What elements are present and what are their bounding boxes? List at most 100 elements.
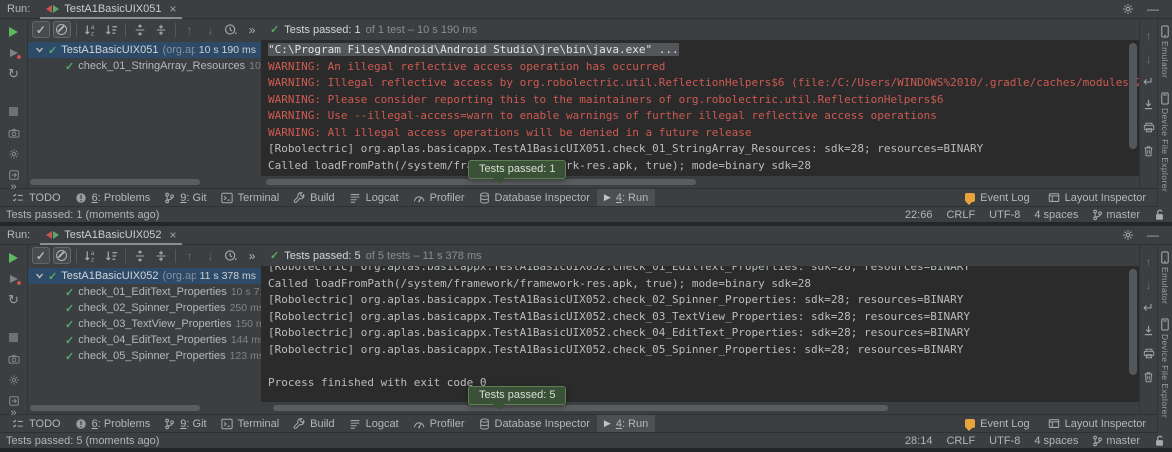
coverage-icon[interactable] <box>8 373 20 386</box>
collapse-all-icon[interactable] <box>152 247 170 264</box>
screenshot-icon[interactable] <box>8 126 20 139</box>
tool-window-button-problems[interactable]: 6: Problems <box>68 189 158 206</box>
status-widget[interactable]: 4 spaces <box>1034 209 1078 221</box>
test-tree-root-row[interactable]: ✓TestA1BasicUIX051(org.aplas.basica10 s … <box>28 42 261 58</box>
sort-by-duration-icon[interactable] <box>102 21 120 38</box>
show-ignored-icon[interactable] <box>53 247 71 264</box>
layout-inspector-button[interactable]: Layout Inspector <box>1048 192 1146 204</box>
tool-window-button-run[interactable]: ▶4: Run <box>597 189 655 206</box>
collapse-all-icon[interactable] <box>152 21 170 38</box>
status-widget[interactable]: CRLF <box>946 435 975 447</box>
arrow-down-icon[interactable]: ↓ <box>1146 52 1152 65</box>
import-test-results-icon[interactable] <box>8 168 20 181</box>
status-widget[interactable]: 4 spaces <box>1034 435 1078 447</box>
show-passed-icon[interactable]: ✓ <box>32 247 50 264</box>
import-test-results-icon[interactable] <box>8 394 20 407</box>
rerun-test-icon[interactable] <box>9 25 18 38</box>
test-tree-row[interactable]: ✓check_05_Spinner_Properties123 ms <box>28 348 261 364</box>
arrow-up-icon[interactable]: ↑ <box>1146 255 1152 268</box>
rerun-failed-icon[interactable] <box>10 46 18 59</box>
test-tree-root-row[interactable]: ✓TestA1BasicUIX052(org.aplas.basica11 s … <box>28 268 261 284</box>
rerun-test-icon[interactable] <box>9 251 18 264</box>
arrow-down-icon[interactable]: ↓ <box>1146 278 1152 291</box>
tool-window-button-terminal[interactable]: Terminal <box>214 189 287 206</box>
test-tree-row[interactable]: ✓check_04_EditText_Properties144 ms <box>28 332 261 348</box>
event-log-button[interactable]: Event Log <box>965 418 1030 430</box>
auto-test-icon[interactable]: ↻ <box>8 293 19 306</box>
tree-hscrollbar[interactable] <box>30 405 200 411</box>
settings-gear-icon[interactable] <box>1122 229 1134 241</box>
tool-window-stub-device-file-explorer[interactable]: Device File Explorer <box>1160 318 1170 418</box>
minimize-icon[interactable]: — <box>1147 229 1159 241</box>
expand-all-icon[interactable] <box>131 21 149 38</box>
unlock-icon[interactable] <box>1154 435 1165 447</box>
tool-window-button-database-inspector[interactable]: Database Inspector <box>472 415 597 432</box>
tool-window-button-git[interactable]: 9: Git <box>157 415 213 432</box>
clear-all-icon[interactable] <box>1143 144 1154 157</box>
status-widget[interactable]: UTF-8 <box>989 435 1020 447</box>
unlock-icon[interactable] <box>1154 209 1165 221</box>
tool-window-button-terminal[interactable]: Terminal <box>214 415 287 432</box>
chevron-down-icon[interactable] <box>34 46 44 54</box>
auto-test-icon[interactable]: ↻ <box>8 67 19 80</box>
chevron-down-icon[interactable] <box>34 272 44 280</box>
soft-wrap-icon[interactable]: ↵ <box>1143 75 1154 88</box>
clear-all-icon[interactable] <box>1143 370 1154 383</box>
next-failed-test-icon[interactable]: ↓ <box>201 247 219 264</box>
tool-window-button-git[interactable]: 9: Git <box>157 189 213 206</box>
soft-wrap-icon[interactable]: ↵ <box>1143 301 1154 314</box>
tool-window-button-build[interactable]: Build <box>286 415 341 432</box>
sort-alphabetically-icon[interactable]: az <box>82 21 100 38</box>
tool-window-button-todo[interactable]: TODO <box>5 189 68 206</box>
console-output[interactable]: "C:\Program Files\Android\Android Studio… <box>261 40 1139 176</box>
test-history-icon[interactable] <box>222 21 240 38</box>
sort-alphabetically-icon[interactable]: az <box>82 247 100 264</box>
tool-window-button-profiler[interactable]: Profiler <box>406 189 472 206</box>
tool-window-button-build[interactable]: Build <box>286 189 341 206</box>
tool-window-stub-device-file-explorer[interactable]: Device File Explorer <box>1160 92 1170 192</box>
previous-failed-test-icon[interactable]: ↑ <box>181 21 199 38</box>
status-widget[interactable]: UTF-8 <box>989 209 1020 221</box>
settings-gear-icon[interactable] <box>1122 3 1134 15</box>
print-icon[interactable] <box>1143 121 1155 134</box>
console-hscrollbar[interactable] <box>266 179 696 185</box>
test-tree-row[interactable]: ✓check_03_TextView_Properties150 ms <box>28 316 261 332</box>
tool-window-button-logcat[interactable]: Logcat <box>342 189 406 206</box>
coverage-icon[interactable] <box>8 147 20 160</box>
event-log-button[interactable]: Event Log <box>965 192 1030 204</box>
stop-icon[interactable] <box>9 105 18 118</box>
test-tree-row[interactable]: ✓check_01_EditText_Properties10 s 711 ms <box>28 284 261 300</box>
expand-all-icon[interactable] <box>131 247 149 264</box>
git-branch-widget[interactable]: master <box>1092 209 1140 221</box>
tool-window-button-logcat[interactable]: Logcat <box>342 415 406 432</box>
close-tab-icon[interactable]: × <box>169 3 176 15</box>
close-tab-icon[interactable]: × <box>169 229 176 241</box>
more-actions-icon[interactable]: » <box>243 21 261 38</box>
console-output[interactable]: [Robolectric] org.aplas.basicappx.TestA1… <box>261 266 1139 402</box>
tool-window-button-database-inspector[interactable]: Database Inspector <box>472 189 597 206</box>
tool-window-button-problems[interactable]: 6: Problems <box>68 415 158 432</box>
tree-hscrollbar[interactable] <box>30 179 200 185</box>
run-tab[interactable]: TestA1BasicUIX052 × <box>40 226 182 244</box>
rerun-failed-icon[interactable] <box>10 272 18 285</box>
line-column-widget[interactable]: 22:66 <box>905 209 933 221</box>
line-column-widget[interactable]: 28:14 <box>905 435 933 447</box>
tool-window-button-todo[interactable]: TODO <box>5 415 68 432</box>
test-tree-row[interactable]: ✓check_01_StringArray_Resources10 s 190 … <box>28 58 261 74</box>
print-icon[interactable] <box>1143 347 1155 360</box>
stop-icon[interactable] <box>9 331 18 344</box>
scroll-to-end-icon[interactable] <box>1143 98 1154 111</box>
status-widget[interactable]: CRLF <box>946 209 975 221</box>
tool-window-button-run[interactable]: ▶4: Run <box>597 415 655 432</box>
screenshot-icon[interactable] <box>8 352 20 365</box>
run-tab[interactable]: TestA1BasicUIX051 × <box>40 0 182 18</box>
scroll-to-end-icon[interactable] <box>1143 324 1154 337</box>
arrow-up-icon[interactable]: ↑ <box>1146 29 1152 42</box>
tool-window-stub-emulator[interactable]: Emulator <box>1160 25 1170 78</box>
tool-window-button-profiler[interactable]: Profiler <box>406 415 472 432</box>
previous-failed-test-icon[interactable]: ↑ <box>181 247 199 264</box>
tool-window-stub-emulator[interactable]: Emulator <box>1160 251 1170 304</box>
more-actions-icon[interactable]: » <box>243 247 261 264</box>
show-passed-icon[interactable]: ✓ <box>32 21 50 38</box>
test-history-icon[interactable] <box>222 247 240 264</box>
